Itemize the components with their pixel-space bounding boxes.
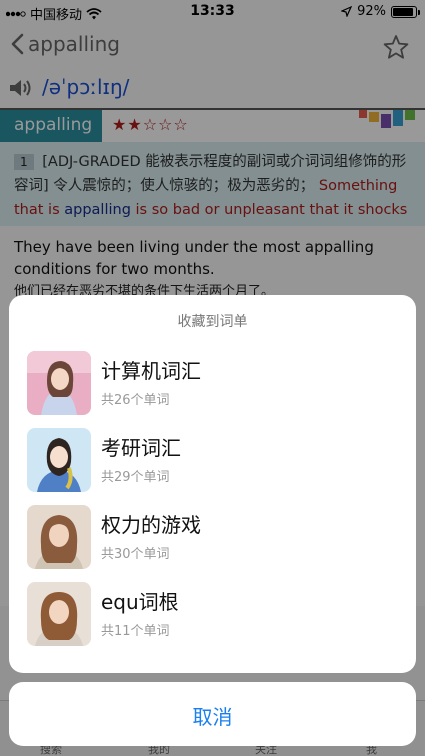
- wordlist-name: equ词根: [101, 590, 179, 614]
- wordlist-count: 共30个单词: [101, 547, 170, 562]
- wordlist-name: 权力的游戏: [101, 513, 201, 537]
- wordlist-count: 共11个单词: [101, 624, 170, 639]
- wordlist-action-sheet: 收藏到词单 计算机词汇 共26个单词 考研词汇 共29个单词 权力的游戏 共30…: [9, 295, 416, 673]
- wordlist-avatar: [27, 582, 91, 646]
- wordlist-item[interactable]: equ词根 共11个单词: [9, 576, 416, 653]
- sheet-title: 收藏到词单: [177, 314, 248, 330]
- wordlist-item[interactable]: 权力的游戏 共30个单词: [9, 499, 416, 576]
- wordlist-count: 共26个单词: [101, 393, 170, 408]
- wordlist-name: 计算机词汇: [101, 359, 201, 383]
- wordlist-count: 共29个单词: [101, 470, 170, 485]
- wordlist-avatar: [27, 505, 91, 569]
- wordlist-item[interactable]: 考研词汇 共29个单词: [9, 422, 416, 499]
- wordlist-avatar: [27, 428, 91, 492]
- wordlist-avatar: [27, 351, 91, 415]
- cancel-button[interactable]: 取消: [9, 682, 416, 746]
- wordlist-name: 考研词汇: [101, 436, 181, 460]
- wordlist-item[interactable]: 计算机词汇 共26个单词: [9, 345, 416, 422]
